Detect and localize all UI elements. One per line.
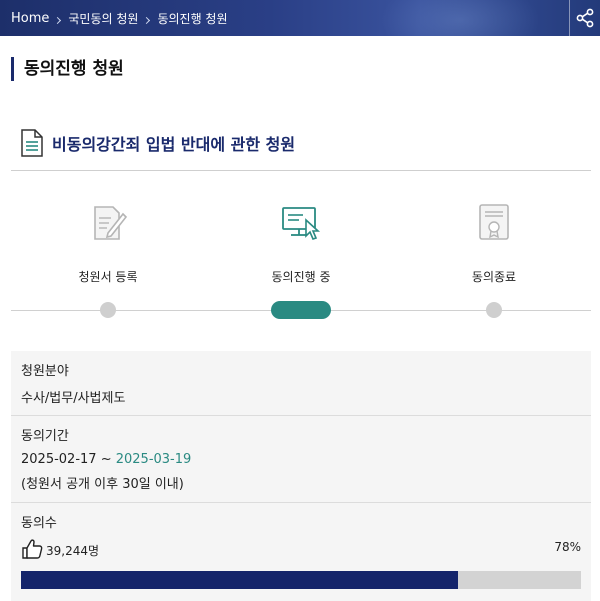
info-divider bbox=[11, 415, 591, 416]
consent-count: 39,244명 bbox=[46, 544, 100, 558]
petition-heading: 비동의강간죄 입법 반대에 관한 청원 bbox=[20, 129, 295, 157]
period-range: 2025-02-17 ~ 2025-03-19 bbox=[21, 452, 191, 467]
breadcrumb-level1-link[interactable]: 국민동의 청원 bbox=[68, 10, 138, 27]
page-title: 동의진행 청원 bbox=[11, 57, 124, 81]
info-divider bbox=[11, 502, 591, 503]
period-note: (청원서 공개 이후 30일 이내) bbox=[21, 477, 184, 492]
breadcrumb-home-link[interactable]: Home bbox=[11, 11, 49, 26]
period-end: 2025-03-19 bbox=[115, 452, 192, 467]
header-bar: Home 국민동의 청원 동의진행 청원 bbox=[0, 0, 600, 36]
period-start: 2025-02-17 bbox=[21, 452, 97, 467]
document-icon bbox=[21, 129, 43, 157]
consent-progress-fill bbox=[21, 571, 458, 589]
stage-in-progress: 동의진행 중 bbox=[221, 200, 381, 285]
stage-registration: 청원서 등록 bbox=[28, 200, 188, 285]
period-separator: ~ bbox=[96, 452, 116, 467]
field-label: 청원분야 bbox=[21, 364, 69, 379]
share-button[interactable] bbox=[569, 0, 600, 36]
chevron-right-icon bbox=[143, 16, 151, 24]
stage-label: 동의종료 bbox=[471, 270, 517, 284]
computer-click-icon bbox=[282, 207, 321, 240]
stage-label: 동의진행 중 bbox=[271, 270, 331, 284]
stage-dot-inactive bbox=[100, 302, 116, 318]
consent-percent: 78% bbox=[554, 540, 581, 554]
consent-progress-bar bbox=[21, 571, 581, 589]
period-label: 동의기간 bbox=[21, 429, 69, 444]
thumbs-up-icon bbox=[22, 539, 43, 559]
stage-ended: 동의종료 bbox=[414, 200, 574, 285]
header-decoration bbox=[380, 0, 540, 36]
chevron-right-icon bbox=[54, 16, 62, 24]
consent-label: 동의수 bbox=[21, 516, 57, 531]
field-value: 수사/법무/사법제도 bbox=[21, 391, 126, 406]
stage-label: 청원서 등록 bbox=[78, 270, 138, 284]
heading-divider bbox=[11, 170, 591, 171]
petition-title: 비동의강간죄 입법 반대에 관한 청원 bbox=[52, 135, 296, 154]
stage-indicator-active bbox=[271, 301, 331, 319]
document-pen-icon bbox=[94, 206, 128, 240]
stage-dot-inactive bbox=[486, 302, 502, 318]
breadcrumb: Home 국민동의 청원 동의진행 청원 bbox=[11, 9, 228, 27]
certificate-icon bbox=[479, 204, 509, 240]
breadcrumb-current: 동의진행 청원 bbox=[157, 11, 228, 26]
share-icon bbox=[576, 8, 594, 28]
